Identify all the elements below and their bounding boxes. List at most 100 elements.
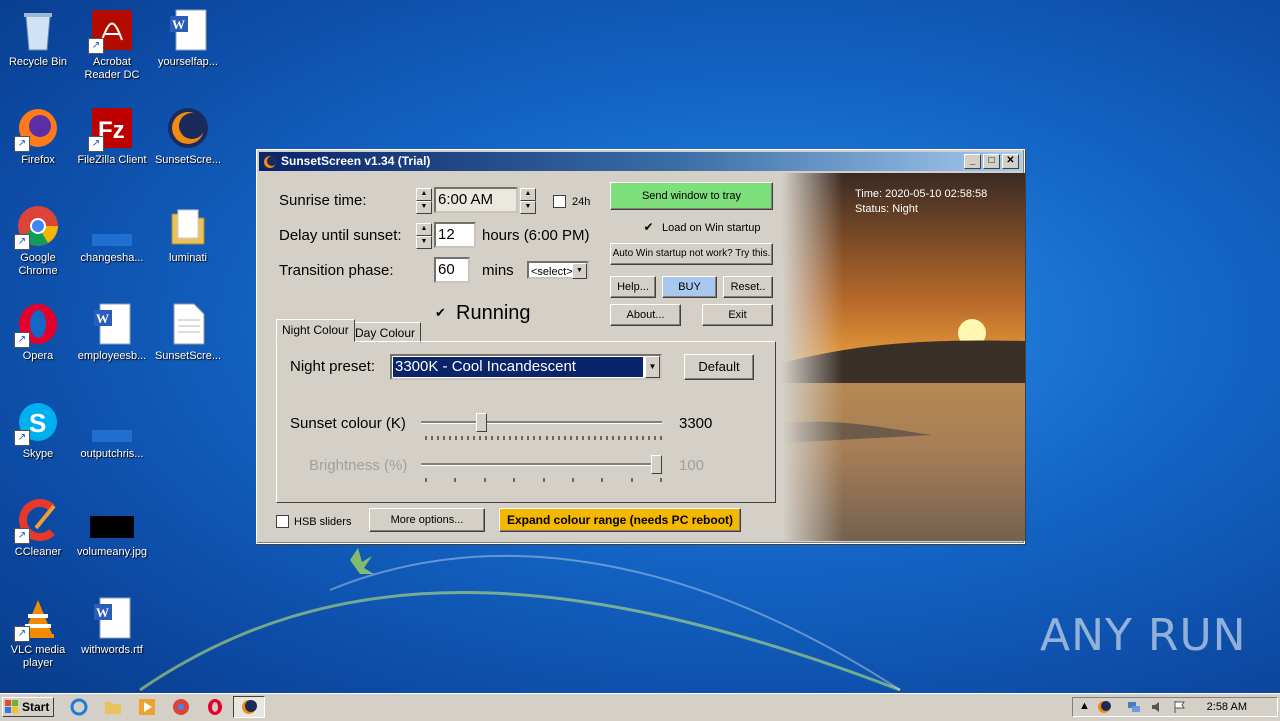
blank-file-icon	[90, 204, 134, 248]
word-document-icon: W	[166, 8, 210, 52]
exit-button[interactable]: Exit	[702, 304, 773, 326]
desktop-icon-outputchris[interactable]: outputchris...	[74, 394, 150, 461]
maximize-button[interactable]: □	[983, 154, 1000, 169]
opera-icon[interactable]	[206, 698, 224, 716]
hsb-sliders-checkbox[interactable]	[276, 515, 289, 528]
file-explorer-icon[interactable]	[104, 698, 122, 716]
window-title: SunsetScreen v1.34 (Trial)	[281, 154, 431, 168]
delay-suffix: hours (6:00 PM)	[482, 227, 590, 244]
send-to-tray-button[interactable]: Send window to tray	[610, 182, 773, 210]
desktop-icon-firefox[interactable]: ↗ Firefox	[0, 100, 76, 167]
folder-icon	[166, 204, 210, 248]
desktop-icon-sunsetscreen[interactable]: SunsetScre...	[150, 100, 226, 167]
sunrise-time-input[interactable]: 6:00 AM	[434, 187, 518, 213]
more-options-button[interactable]: More options...	[369, 508, 485, 532]
desktop-icon-employeesb[interactable]: W employeesb...	[74, 296, 150, 363]
default-button[interactable]: Default	[684, 354, 754, 380]
desktop-icon-label: Firefox	[21, 154, 55, 166]
show-hidden-icons-icon[interactable]: ▲	[1079, 700, 1090, 712]
text-file-icon	[166, 302, 210, 346]
sunrise-label: Sunrise time:	[279, 192, 367, 209]
sunset-colour-value: 3300	[679, 415, 713, 432]
chrome-icon: ↗	[14, 204, 60, 250]
status-readout: Status: Night	[855, 203, 918, 215]
tab-day-colour[interactable]: Day Colour	[349, 322, 422, 343]
taskbar-sunsetscreen-button[interactable]	[233, 696, 265, 718]
window-titlebar[interactable]: SunsetScreen v1.34 (Trial) _ □ ✕	[259, 152, 1022, 171]
svg-text:W: W	[96, 605, 109, 620]
network-icon[interactable]	[1127, 700, 1141, 714]
shortcut-arrow-icon: ↗	[14, 626, 30, 642]
sunset-colour-label: Sunset colour (K)	[290, 415, 406, 432]
desktop-icon-vlc[interactable]: ↗ VLC media player	[0, 590, 76, 670]
desktop-icon-skype[interactable]: S ↗ Skype	[0, 394, 76, 461]
transition-label: Transition phase:	[279, 262, 394, 279]
buy-button[interactable]: BUY	[662, 276, 717, 298]
taskbar-clock[interactable]: 2:58 AM	[1207, 701, 1247, 713]
shortcut-arrow-icon: ↗	[14, 528, 30, 544]
transition-select[interactable]: <select> ▼	[527, 261, 589, 279]
desktop-icon-label: FileZilla Client	[77, 154, 147, 166]
desktop-icon-opera[interactable]: ↗ Opera	[0, 296, 76, 363]
desktop-icon-label: Google Chrome	[18, 252, 58, 277]
start-button[interactable]: Start	[2, 697, 54, 717]
desktop-icon-luminati[interactable]: luminati	[150, 198, 226, 265]
night-preset-dropdown[interactable]: 3300K - Cool Incandescent ▼	[390, 354, 662, 380]
skype-icon: S ↗	[14, 400, 60, 446]
sunrise-minute-spinner[interactable]: ▲ ▼	[520, 188, 536, 214]
tab-night-colour[interactable]: Night Colour	[276, 319, 355, 342]
desktop-icon-changesha[interactable]: changesha...	[74, 198, 150, 265]
desktop-icon-label: CCleaner	[14, 546, 62, 558]
chevron-down-icon: ▼	[645, 356, 660, 378]
reset-button[interactable]: Reset..	[723, 276, 773, 298]
filezilla-icon: Fz ↗	[88, 106, 134, 152]
desktop-icon-volumeany[interactable]: volumeany.jpg	[74, 492, 150, 559]
desktop-icon-label: SunsetScre...	[154, 350, 222, 362]
transition-input[interactable]: 60	[434, 257, 470, 283]
desktop-icon-acrobat[interactable]: ↗ Acrobat Reader DC	[74, 2, 150, 82]
desktop-icon-withwords[interactable]: W withwords.rtf	[74, 590, 150, 657]
media-player-icon[interactable]	[138, 698, 156, 716]
desktop-icon-ccleaner[interactable]: ↗ CCleaner	[0, 492, 76, 559]
vlc-icon: ↗	[14, 596, 60, 642]
desktop-icon-label: outputchris...	[80, 448, 144, 460]
desktop-icon-label: changesha...	[80, 252, 144, 264]
auto-startup-button[interactable]: Auto Win startup not work? Try this.	[610, 243, 773, 265]
load-startup-checkbox[interactable]: ✔	[643, 221, 654, 233]
desktop-icon-recycle-bin[interactable]: Recycle Bin	[0, 2, 76, 69]
running-checkbox[interactable]: ✔	[435, 306, 446, 319]
opera-icon: ↗	[14, 302, 60, 348]
shortcut-arrow-icon: ↗	[14, 234, 30, 250]
desktop-icon-yourselfap[interactable]: W yourselfap...	[150, 2, 226, 69]
close-button[interactable]: ✕	[1002, 154, 1019, 169]
desktop-icon-label: Skype	[22, 448, 54, 460]
desktop-icon-chrome[interactable]: ↗ Google Chrome	[0, 198, 76, 278]
sunsetscreen-icon	[166, 106, 210, 150]
action-center-flag-icon[interactable]	[1173, 700, 1187, 714]
desktop-icon-filezilla[interactable]: Fz ↗ FileZilla Client	[74, 100, 150, 167]
sunrise-hour-spinner[interactable]: ▲ ▼	[416, 188, 432, 214]
transition-select-value: <select>	[531, 266, 573, 278]
internet-explorer-icon[interactable]	[70, 698, 88, 716]
delay-hours-input[interactable]: 12	[434, 222, 476, 248]
load-startup-label: Load on Win startup	[662, 222, 761, 234]
minimize-button[interactable]: _	[964, 154, 981, 169]
chrome-icon[interactable]	[172, 698, 190, 716]
desktop-icon-sunsetscreen-file[interactable]: SunsetScre...	[150, 296, 226, 363]
expand-colour-range-button[interactable]: Expand colour range (needs PC reboot)	[499, 508, 741, 532]
shortcut-arrow-icon: ↗	[88, 38, 104, 54]
brightness-value: 100	[679, 457, 705, 474]
about-button[interactable]: About...	[610, 304, 681, 326]
ccleaner-icon: ↗	[14, 498, 60, 544]
brightness-slider[interactable]	[651, 455, 662, 474]
help-button[interactable]: Help...	[610, 276, 656, 298]
volume-icon[interactable]	[1151, 700, 1165, 714]
word-document-icon: W	[90, 302, 134, 346]
sunset-colour-slider[interactable]	[476, 413, 488, 432]
delay-spinner[interactable]: ▲ ▼	[416, 223, 432, 249]
sunsetscreen-tray-icon[interactable]	[1097, 700, 1111, 714]
acrobat-icon: ↗	[88, 8, 134, 54]
24h-checkbox[interactable]	[553, 195, 566, 208]
desktop-icon-label: SunsetScre...	[154, 154, 222, 166]
night-preset-label: Night preset:	[290, 358, 376, 375]
